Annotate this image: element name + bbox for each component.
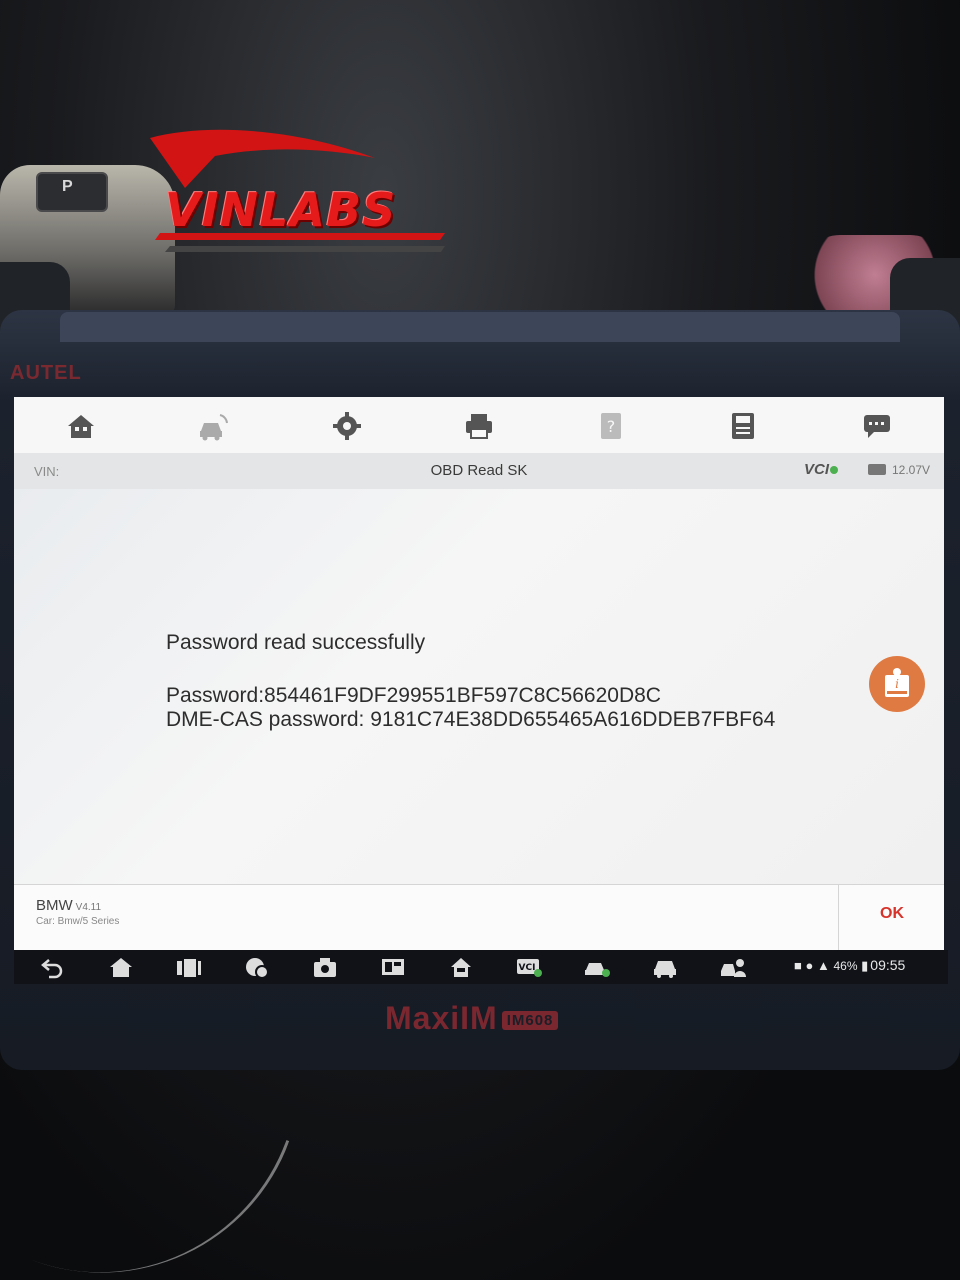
footer-divider (838, 885, 839, 950)
device-top-edge (60, 312, 900, 342)
vci-connected-icon (830, 466, 839, 474)
svg-text:i: i (895, 677, 899, 691)
camera-icon[interactable] (312, 955, 338, 979)
back-icon[interactable] (40, 955, 66, 979)
vci-status: VCI (804, 461, 839, 478)
bluetooth-icon: ● (805, 958, 814, 973)
notification-icon: ■ (794, 958, 802, 973)
clock: 09:55 (870, 957, 906, 973)
manufacturer-info: BMW V4.11 (36, 897, 101, 914)
save-icon[interactable] (726, 409, 760, 443)
display-icon[interactable] (380, 955, 406, 979)
device-brand: AUTEL (10, 362, 82, 384)
user-support-icon[interactable] (720, 955, 746, 979)
status-message: Password read successfully (166, 631, 426, 654)
password-value: Password:854461F9DF299551BF597C8C56620D8… (166, 684, 661, 707)
model-name: MaxiIM (385, 1000, 498, 1036)
status-area: ■ ● ▲ 46% ▮ 09:55 (794, 957, 905, 974)
recent-apps-icon[interactable] (176, 955, 202, 979)
top-toolbar: ? (14, 397, 944, 454)
result-panel: Password read successfully Password:8544… (14, 489, 944, 884)
browser-icon[interactable] (244, 955, 270, 979)
svg-text:VCI: VCI (519, 963, 536, 973)
dme-cas-password-value: DME-CAS password: 9181C74E38DD655465A616… (166, 708, 776, 731)
vci-manager-icon[interactable]: VCI (516, 955, 542, 979)
home-icon[interactable] (108, 955, 134, 979)
car-model: Car: Bmw/5 Series (36, 916, 120, 927)
battery-percent: 46% (833, 959, 858, 973)
battery-status-icon: ▮ (861, 958, 869, 973)
help-icon[interactable]: ? (594, 409, 628, 443)
manufacturer-name: BMW (36, 897, 73, 914)
home-icon[interactable] (64, 409, 98, 443)
software-version: V4.11 (75, 902, 102, 913)
car-icon[interactable] (652, 955, 678, 979)
vehicle-swap-icon[interactable] (196, 409, 230, 443)
ok-button[interactable]: OK (880, 905, 904, 923)
vci-label: VCI (804, 461, 830, 478)
feedback-chat-icon[interactable] (860, 409, 894, 443)
info-button[interactable]: i (869, 656, 925, 712)
title-bar: VIN: OBD Read SK VCI 12.07V (14, 453, 944, 489)
cable (0, 1051, 290, 1280)
info-book-icon: i (885, 668, 909, 697)
settings-gear-icon[interactable] (330, 409, 364, 443)
battery-voltage: 12.07V (892, 463, 931, 477)
screen: ? VIN: OBD Read SK VCI 12.07V Password r… (14, 397, 944, 950)
model-badge: IM608 (501, 1011, 559, 1031)
vinlabs-logo: VINLABS (145, 128, 455, 268)
svg-text:?: ? (607, 417, 616, 436)
wifi-icon: ▲ (816, 958, 830, 973)
vehicle-check-icon[interactable] (584, 955, 610, 979)
footer-bar: BMW V4.11 Car: Bmw/5 Series OK (14, 884, 944, 950)
remote-home-icon[interactable] (448, 955, 474, 979)
battery-icon (868, 464, 886, 475)
device-model: MaxiIM IM608 (385, 1000, 559, 1037)
print-icon[interactable] (462, 409, 496, 443)
logo-text: VINLABS (165, 183, 397, 237)
photo-scene: P VINLABS AUTEL ? VIN: OBD Read SK VCI 1… (0, 0, 960, 1280)
gear-letter: P (62, 178, 73, 195)
android-nav-bar: VCI ■ ● ▲ 46% ▮ 09:55 (14, 950, 948, 984)
